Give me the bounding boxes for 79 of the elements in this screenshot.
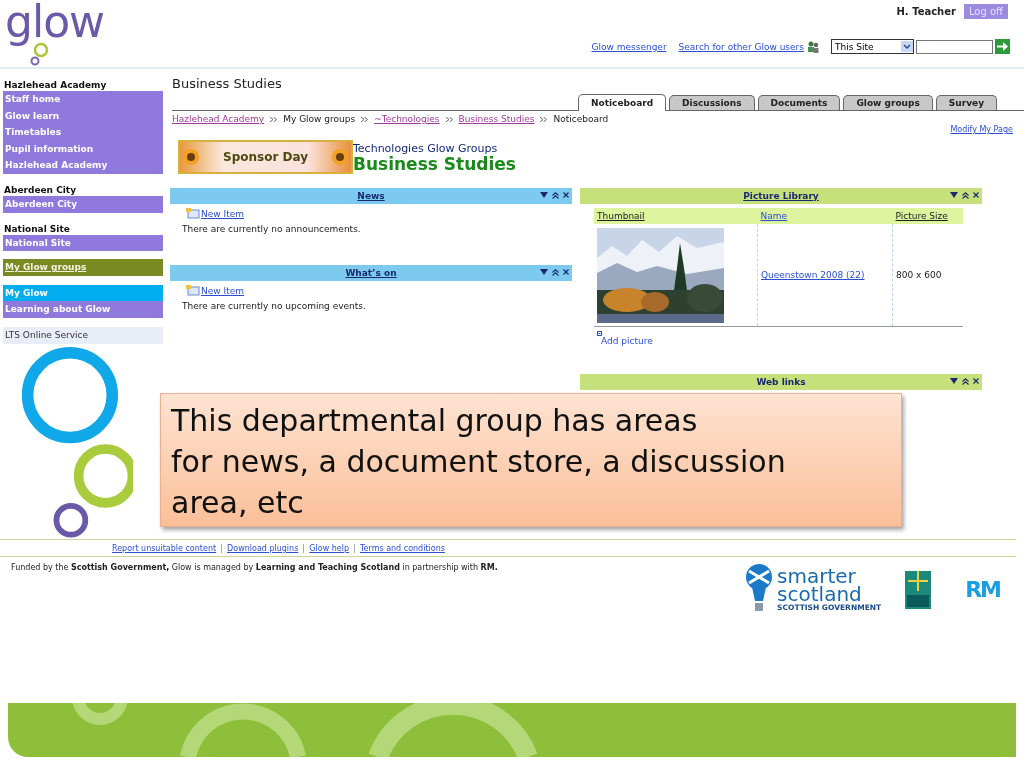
footer-link[interactable]: Glow help — [303, 544, 355, 553]
sidebar-item[interactable]: Timetables — [3, 124, 163, 141]
section-heading: Hazlehead Academy — [3, 79, 108, 91]
emblem-icon — [905, 569, 932, 609]
new-item-icon — [186, 208, 200, 219]
breadcrumb-link[interactable]: ~Technologies — [374, 114, 440, 124]
logo-text: RM — [965, 577, 1000, 602]
footer-link[interactable]: Report unsuitable content — [112, 544, 222, 553]
footer-link[interactable]: Download plugins — [221, 544, 304, 553]
people-icon — [807, 40, 819, 53]
picture-size: 800 x 600 — [896, 270, 942, 280]
modify-page-link[interactable]: Modify My Page — [950, 125, 1013, 134]
webpart-title[interactable]: Web links — [756, 377, 806, 387]
collapse-icon[interactable] — [962, 192, 969, 199]
arrow-icon — [997, 42, 1008, 51]
close-icon[interactable] — [973, 192, 979, 198]
section-heading: National Site — [3, 222, 71, 235]
tab[interactable]: Discussions — [669, 95, 755, 110]
tab[interactable]: Glow groups — [843, 95, 933, 110]
section-heading: Aberdeen City — [3, 183, 77, 196]
chevron-icon — [445, 116, 453, 122]
dropdown-icon[interactable] — [950, 378, 958, 384]
sidebar-item[interactable]: National Site — [3, 234, 163, 252]
search-field[interactable] — [916, 39, 993, 54]
collapse-icon[interactable] — [552, 269, 559, 276]
chevron-icon — [270, 116, 278, 122]
add-picture-link[interactable]: Add picture — [601, 336, 982, 346]
collapse-icon[interactable] — [962, 378, 969, 385]
group-title: Business Studies — [353, 154, 516, 173]
picture-name-link[interactable]: Queenstown 2008 (22) — [761, 270, 865, 280]
sidebar-item[interactable]: My Glow groups — [3, 259, 163, 276]
tab[interactable]: Noticeboard — [577, 94, 667, 111]
collapse-icon[interactable] — [552, 192, 559, 199]
tab[interactable]: Survey — [935, 95, 997, 110]
sidebar-item[interactable]: Hazlehead Academy — [3, 157, 163, 174]
breadcrumb-link[interactable]: Business Studies — [458, 114, 535, 124]
banner-text: Sponsor Day — [223, 150, 308, 164]
footer-link[interactable]: Terms and conditions — [354, 544, 450, 553]
header-link[interactable]: Search for other Glow users — [678, 41, 804, 52]
webpart-title[interactable]: News — [357, 191, 385, 201]
dropdown-icon[interactable] — [540, 192, 548, 198]
close-icon[interactable] — [973, 378, 979, 384]
new-item-link[interactable]: New Item — [201, 208, 244, 219]
go-button[interactable] — [995, 39, 1010, 54]
logo-text: scotland — [777, 584, 862, 603]
page-title: Business Studies — [172, 77, 283, 93]
sidebar-item[interactable]: LTS Online Service — [3, 326, 163, 344]
chevron-icon — [361, 116, 369, 122]
webpart-title[interactable]: Picture Library — [743, 191, 819, 201]
add-icon — [597, 331, 602, 336]
sidebar-item[interactable]: Aberdeen City — [3, 195, 163, 213]
new-item-icon — [186, 285, 200, 296]
flower-icon — [331, 148, 349, 166]
column-header[interactable]: Name — [760, 211, 788, 221]
scope-dropdown[interactable]: This Site — [831, 39, 914, 54]
empty-message: There are currently no upcoming events. — [182, 301, 367, 311]
sidebar-item[interactable]: Learning about Glow — [3, 301, 163, 318]
callout-text: This departmental group has areas for news, a document store, a discussion area, etc — [160, 393, 902, 527]
group-label: Technologies Glow Groups — [353, 141, 499, 155]
credit-text: Funded by the Scottish Government, Glow is managed by Learning and Teaching Scotland in partnership with RM. — [11, 563, 499, 574]
close-icon[interactable] — [563, 192, 569, 198]
dropdown-icon[interactable] — [540, 269, 548, 275]
header-link[interactable]: Glow messenger — [591, 41, 667, 52]
dropdown-icon[interactable] — [950, 192, 958, 198]
webpart-title[interactable]: What’s on — [345, 268, 397, 278]
user-name: H. Teacher — [896, 6, 956, 17]
chevron-icon — [540, 116, 548, 122]
flower-icon — [182, 148, 200, 166]
breadcrumb-text: Noticeboard — [553, 114, 609, 124]
logo-text: smarter — [777, 566, 856, 585]
column-header[interactable]: Thumbnail — [597, 211, 645, 221]
tab[interactable]: Documents — [757, 95, 841, 110]
breadcrumb-link[interactable]: Hazlehead Academy — [172, 114, 265, 124]
caret-icon — [901, 41, 913, 52]
breadcrumb-text: My Glow groups — [283, 114, 356, 124]
close-icon[interactable] — [563, 269, 569, 275]
new-item-link[interactable]: New Item — [201, 285, 244, 296]
sidebar-item[interactable]: Staff home — [3, 91, 163, 108]
empty-message: There are currently no announcements. — [182, 224, 362, 234]
